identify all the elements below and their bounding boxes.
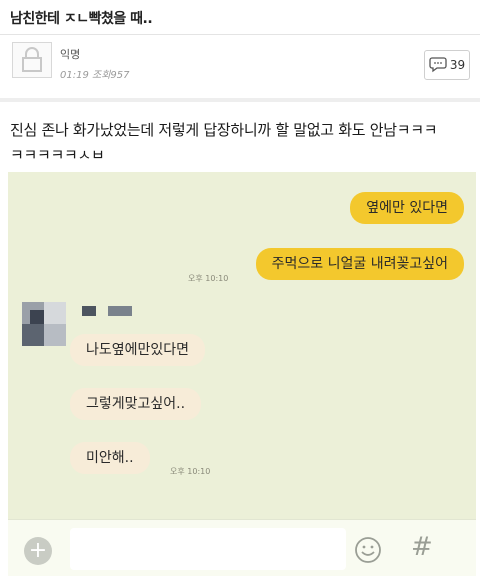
lock-icon (22, 47, 42, 72)
section-divider (0, 98, 480, 102)
post-title: 남친한테 ㅈㄴ빡쳤을 때.. (10, 11, 153, 27)
hash-icon[interactable]: # (411, 532, 433, 562)
divider (0, 34, 480, 35)
incoming-message: 미안해.. (70, 442, 150, 474)
post-time: 01:19 (60, 70, 89, 81)
sender-name (82, 306, 96, 316)
post-body-line: ㅋㅋㅋㅋㅋㅅㅂ (10, 146, 105, 164)
message-field[interactable] (70, 528, 346, 570)
view-count: 957 (110, 70, 130, 81)
comment-button[interactable]: 39 (424, 50, 470, 80)
chat-screenshot: 옆에만 있다면 주먹으로 니얼굴 내려꽂고싶어 오후 10:10 나도옆에만있다… (8, 172, 476, 576)
chat-input-bar: + # (8, 519, 476, 576)
post-meta: 01:19 조회957 (60, 66, 130, 81)
author-avatar (12, 42, 52, 78)
outgoing-message: 옆에만 있다면 (350, 192, 464, 224)
message-input[interactable] (70, 528, 346, 570)
post-body-line: 진심 존나 화가났었는데 저렇게 답장하니까 할 말없고 화도 안남ㅋㅋㅋ (10, 121, 438, 139)
outgoing-message: 주먹으로 니얼굴 내려꽂고싶어 (255, 248, 464, 280)
plus-icon[interactable]: + (24, 537, 52, 565)
sender-name (108, 306, 132, 316)
comment-count: 39 (449, 58, 466, 72)
incoming-message: 그렇게맞고싶어.. (70, 388, 202, 420)
incoming-message: 나도옆에만있다면 (70, 334, 206, 366)
post-body: 진심 존나 화가났었는데 저렇게 답장하니까 할 말없고 화도 안남ㅋㅋㅋ ㅋㅋ… (10, 118, 472, 168)
message-timestamp: 오후 10:10 (188, 274, 229, 283)
message-timestamp: 오후 10:10 (170, 467, 211, 476)
emoji-icon[interactable] (354, 536, 382, 564)
profile-picture (22, 302, 66, 346)
author-name: 익명 (60, 48, 81, 61)
comment-icon (429, 57, 447, 73)
views-label: 조회 (92, 70, 111, 81)
